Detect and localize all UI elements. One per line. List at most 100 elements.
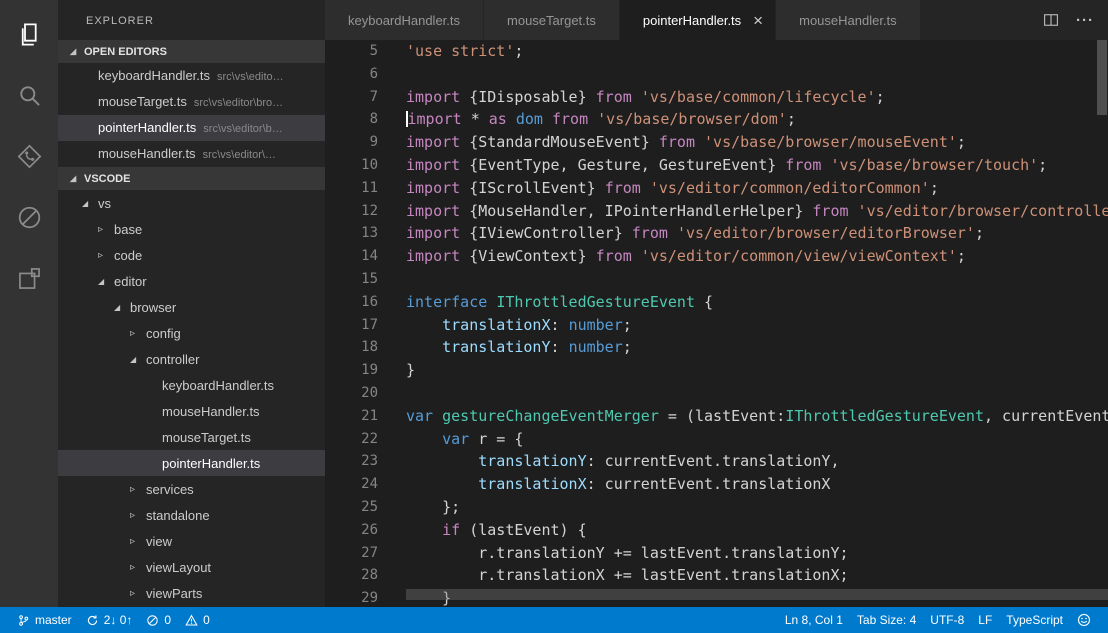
tab-mouseTarget.ts[interactable]: mouseTarget.ts <box>484 0 620 40</box>
tree-item-editor[interactable]: ◢editor <box>58 268 325 294</box>
tree-label: view <box>146 534 172 549</box>
line-number: 16 <box>325 291 378 314</box>
line-number: 18 <box>325 336 378 359</box>
smiley-icon <box>1077 613 1091 627</box>
tree-item-services[interactable]: ▹services <box>58 476 325 502</box>
sidebar-explorer: EXPLORER OPEN EDITORS keyboardHandler.ts… <box>58 0 325 607</box>
open-editor-pointerHandler.ts[interactable]: pointerHandler.tssrc\vs\editor\b… <box>58 115 325 141</box>
tree-item-mouseTarget.ts[interactable]: mouseTarget.ts <box>58 424 325 450</box>
chevron-collapsed-icon: ▹ <box>130 588 146 599</box>
line-content: import {MouseHandler, IPointerHandlerHel… <box>378 200 1108 223</box>
tree-label: standalone <box>146 508 210 523</box>
open-editors-list: keyboardHandler.tssrc\vs\edito…mouseTarg… <box>58 63 325 167</box>
tab-bar: keyboardHandler.tsmouseTarget.tspointerH… <box>325 0 1108 40</box>
status-label: 2↓ 0↑ <box>104 613 133 627</box>
tree-item-viewLayout[interactable]: ▹viewLayout <box>58 554 325 580</box>
tree-label: keyboardHandler.ts <box>162 378 274 393</box>
editor-area: keyboardHandler.tsmouseTarget.tspointerH… <box>325 0 1108 607</box>
open-editor-mouseHandler.ts[interactable]: mouseHandler.tssrc\vs\editor\… <box>58 141 325 167</box>
close-icon[interactable]: × <box>753 12 763 29</box>
status-sync-status[interactable]: 2↓ 0↑ <box>79 607 140 633</box>
horizontal-scrollbar[interactable] <box>406 589 1108 600</box>
line-content: r.translationY += lastEvent.translationY… <box>378 542 849 565</box>
debug-icon <box>16 204 43 231</box>
tree-item-config[interactable]: ▹config <box>58 320 325 346</box>
tree-item-viewParts[interactable]: ▹viewParts <box>58 580 325 606</box>
status-encoding[interactable]: UTF-8 <box>923 607 971 633</box>
status-language-mode[interactable]: TypeScript <box>999 607 1070 633</box>
activity-item-files[interactable] <box>0 4 58 65</box>
line-content: import {ViewContext} from 'vs/editor/com… <box>378 245 966 268</box>
tree-label: vs <box>98 196 111 211</box>
line-number: 5 <box>325 40 378 63</box>
split-editor-icon <box>1042 11 1060 29</box>
status-bar-right: Ln 8, Col 1 Tab Size: 4 UTF-8 LF TypeScript <box>778 607 1098 633</box>
line-number: 11 <box>325 177 378 200</box>
vertical-scrollbar[interactable] <box>1097 40 1107 115</box>
line-number: 12 <box>325 200 378 223</box>
status-label: LF <box>978 613 992 627</box>
activity-item-debug[interactable] <box>0 187 58 248</box>
open-editor-keyboardHandler.ts[interactable]: keyboardHandler.tssrc\vs\edito… <box>58 63 325 89</box>
line-number: 14 <box>325 245 378 268</box>
status-eol[interactable]: LF <box>971 607 999 633</box>
more-actions-icon[interactable]: ··· <box>1076 12 1094 29</box>
split-editor-icon[interactable] <box>1042 11 1060 29</box>
tab-mouseHandler.ts[interactable]: mouseHandler.ts <box>776 0 921 40</box>
tree-item-browser[interactable]: ◢browser <box>58 294 325 320</box>
tab-pointerHandler.ts[interactable]: pointerHandler.ts × <box>620 0 776 40</box>
chevron-collapsed-icon: ▹ <box>130 510 146 521</box>
tab-label: pointerHandler.ts <box>643 13 741 28</box>
status-label: Tab Size: 4 <box>857 613 916 627</box>
code-line-6: 6 <box>325 63 1108 86</box>
tree-item-mouseHandler.ts[interactable]: mouseHandler.ts <box>58 398 325 424</box>
code-editor[interactable]: 5'use strict';67import {IDisposable} fro… <box>325 40 1108 607</box>
line-content <box>378 268 406 291</box>
vscode-window: EXPLORER OPEN EDITORS keyboardHandler.ts… <box>0 0 1108 633</box>
open-editors-header[interactable]: OPEN EDITORS <box>58 40 325 63</box>
line-content <box>378 63 406 86</box>
status-cursor-position[interactable]: Ln 8, Col 1 <box>778 607 850 633</box>
line-content: 'use strict'; <box>378 40 523 63</box>
line-number: 7 <box>325 86 378 109</box>
line-number: 25 <box>325 496 378 519</box>
status-tab-size[interactable]: Tab Size: 4 <box>850 607 923 633</box>
line-number: 23 <box>325 450 378 473</box>
error-icon <box>146 614 159 627</box>
tree-item-pointerHandler.ts[interactable]: pointerHandler.ts <box>58 450 325 476</box>
file-name: mouseHandler.ts <box>98 146 196 161</box>
line-content: import {StandardMouseEvent} from 'vs/bas… <box>378 131 966 154</box>
tree-item-code[interactable]: ▹code <box>58 242 325 268</box>
tree-item-keyboardHandler.ts[interactable]: keyboardHandler.ts <box>58 372 325 398</box>
open-editor-mouseTarget.ts[interactable]: mouseTarget.tssrc\vs\editor\bro… <box>58 89 325 115</box>
tab-keyboardHandler.ts[interactable]: keyboardHandler.ts <box>325 0 484 40</box>
folder-section-header[interactable]: VSCODE <box>58 167 325 190</box>
line-number: 21 <box>325 405 378 428</box>
line-content: import * as dom from 'vs/base/browser/do… <box>378 108 796 131</box>
code-line-10: 10import {EventType, Gesture, GestureEve… <box>325 154 1108 177</box>
tree-item-vs[interactable]: ◢vs <box>58 190 325 216</box>
extensions-icon <box>16 265 43 292</box>
tree-item-view[interactable]: ▹view <box>58 528 325 554</box>
file-path: src\vs\editor\b… <box>203 123 282 135</box>
activity-item-extensions[interactable] <box>0 248 58 309</box>
code-line-12: 12import {MouseHandler, IPointerHandlerH… <box>325 200 1108 223</box>
line-number: 24 <box>325 473 378 496</box>
line-content: }; <box>378 496 460 519</box>
line-number: 22 <box>325 428 378 451</box>
tree-item-controller[interactable]: ◢controller <box>58 346 325 372</box>
activity-item-search[interactable] <box>0 65 58 126</box>
activity-item-source-control[interactable] <box>0 126 58 187</box>
status-errors[interactable]: 0 <box>139 607 178 633</box>
tree-label: viewLayout <box>146 560 211 575</box>
status-git-branch[interactable]: master <box>10 607 79 633</box>
tree-label: viewParts <box>146 586 202 601</box>
tree-item-standalone[interactable]: ▹standalone <box>58 502 325 528</box>
tree-item-base[interactable]: ▹base <box>58 216 325 242</box>
code-line-26: 26 if (lastEvent) { <box>325 519 1108 542</box>
tree-label: mouseTarget.ts <box>162 430 251 445</box>
open-editors-header-label: OPEN EDITORS <box>84 46 167 58</box>
status-feedback[interactable] <box>1070 607 1098 633</box>
chevron-collapsed-icon: ▹ <box>130 484 146 495</box>
status-warnings[interactable]: 0 <box>178 607 217 633</box>
